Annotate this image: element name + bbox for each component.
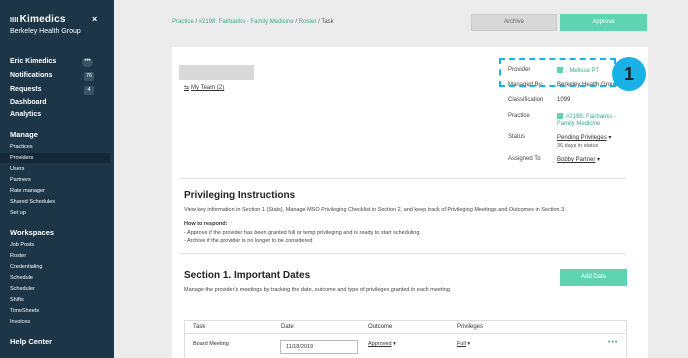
status-label: Status (508, 134, 526, 140)
privileges-value: Full (457, 341, 466, 347)
nav-invoices[interactable]: Invoices (10, 319, 30, 325)
nav-scheduler[interactable]: Scheduler (10, 286, 35, 292)
nav-notifications[interactable]: Notifications (10, 72, 52, 79)
nav-credentialing[interactable]: Credentialing (10, 264, 42, 270)
nav-partners[interactable]: Partners (10, 177, 31, 183)
manage-heading: Manage (10, 130, 38, 139)
column-header-outcome: Outcome (368, 324, 393, 330)
nav-shared-schedules[interactable]: Shared Schedules (10, 199, 55, 205)
breadcrumb-practice-name[interactable]: #2198: Fairbanks - Family Medicine (199, 19, 294, 25)
requests-badge: 4 (84, 86, 94, 95)
chevron-down-icon: ▾ (393, 341, 396, 347)
divider (179, 178, 626, 179)
nav-analytics[interactable]: Analytics (10, 111, 41, 118)
my-team-link[interactable]: ⇆ My Team (2) (184, 84, 224, 91)
outcome-dropdown[interactable]: Approved ▾ (368, 341, 396, 347)
nav-requests[interactable]: Requests (10, 86, 42, 93)
section1-title: Section 1. Important Dates (184, 270, 311, 281)
how-to-respond-approve: - Approve if the provider has been grant… (184, 230, 421, 236)
nav-job-posts[interactable]: Job Posts (10, 242, 34, 248)
column-header-privileges: Privileges (457, 324, 484, 330)
assigned-to-value: Bobby Partner (557, 157, 596, 163)
org-name: Berkeley Health Group (10, 28, 81, 35)
breadcrumb-current: Task (321, 19, 334, 25)
practice-value[interactable]: #2198: Fairbanks - (557, 113, 616, 120)
privileges-dropdown[interactable]: Full ▾ (457, 341, 470, 347)
user-name[interactable]: Eric Kimedics (10, 58, 56, 65)
how-to-respond-archive: - Archive if the provider is no longer t… (184, 238, 313, 244)
logo-mark: IIII (10, 17, 19, 24)
nav-schedule[interactable]: Schedule (10, 275, 33, 281)
add-date-button[interactable]: Add Date (560, 269, 627, 286)
column-header-task: Task (193, 324, 206, 330)
nav-timesheets[interactable]: TimeSheets (10, 308, 39, 314)
nav-rate-manager[interactable]: Rate manager (10, 188, 45, 194)
breadcrumb-roster[interactable]: Roster (299, 19, 317, 25)
practice-value-line1: #2198: Fairbanks - (566, 114, 617, 120)
row-menu-icon[interactable]: ••• (608, 339, 618, 346)
team-icon: ⇆ (184, 85, 190, 91)
my-team-label: My Team (2) (191, 85, 225, 91)
nav-dashboard[interactable]: Dashboard (10, 99, 47, 106)
nav-users[interactable]: Users (10, 166, 24, 172)
practice-value-line2[interactable]: Family Medicine (557, 121, 600, 127)
divider (179, 253, 626, 254)
nav-help-center[interactable]: Help Center (10, 337, 52, 346)
notifications-badge: 76 (84, 72, 94, 81)
classification-label: Classification (508, 97, 544, 103)
chevron-down-icon: ▾ (467, 341, 471, 347)
assigned-to-label: Assigned To (508, 156, 541, 162)
table-header-divider (185, 333, 626, 334)
status-dropdown[interactable]: Pending Privileges ▾ (557, 134, 611, 141)
breadcrumb: Practice / #2198: Fairbanks - Family Med… (172, 19, 334, 25)
nav-practices[interactable]: Practices (10, 144, 33, 150)
how-to-respond-heading: How to respond: (184, 221, 228, 227)
nav-roster[interactable]: Roster (10, 253, 26, 259)
workspaces-heading: Workspaces (10, 228, 55, 237)
row-task: Board Meeting (193, 341, 229, 347)
close-icon[interactable]: × (92, 14, 97, 24)
tutorial-highlight (499, 58, 616, 87)
nav-providers[interactable]: Providers (0, 153, 110, 163)
date-input[interactable]: 11/18/2019 (280, 340, 358, 354)
classification-value: 1099 (557, 97, 571, 103)
instructions-body: View key information in Section 1 (Stats… (184, 207, 566, 213)
approve-button[interactable]: Approve (560, 14, 647, 31)
brand-logo[interactable]: IIIIKimedics (10, 14, 66, 25)
column-header-date: Date (281, 324, 294, 330)
outcome-value: Approved (368, 341, 392, 347)
practice-label: Practice (508, 113, 530, 119)
sidebar: IIIIKimedics × Berkeley Health Group Eri… (0, 0, 114, 358)
chevron-down-icon: ▾ (608, 135, 612, 141)
nav-set-up[interactable]: Set up (10, 210, 26, 216)
important-dates-table: Task Date Outcome Privileges Board Meeti… (184, 320, 627, 358)
status-duration: 36 days in status (557, 143, 599, 149)
provider-name-placeholder (179, 65, 254, 80)
section1-body: Manage the provider's meetings by tracki… (184, 287, 452, 293)
user-menu-icon[interactable]: ••• (82, 58, 93, 67)
chevron-down-icon: ▾ (597, 157, 601, 163)
archive-button[interactable]: Archive (471, 14, 557, 31)
task-card: ⇆ My Team (2) Provider , Melissa PT Manag… (172, 47, 648, 358)
tutorial-step-badge: 1 (612, 57, 646, 91)
assigned-to-dropdown[interactable]: Bobby Partner ▾ (557, 156, 600, 163)
nav-shifts[interactable]: Shifts (10, 297, 24, 303)
practice-icon (557, 113, 563, 119)
privileging-instructions-title: Privileging Instructions (184, 190, 296, 201)
breadcrumb-practice[interactable]: Practice (172, 19, 194, 25)
status-value: Pending Privileges (557, 135, 607, 141)
brand-name: Kimedics (19, 14, 66, 25)
